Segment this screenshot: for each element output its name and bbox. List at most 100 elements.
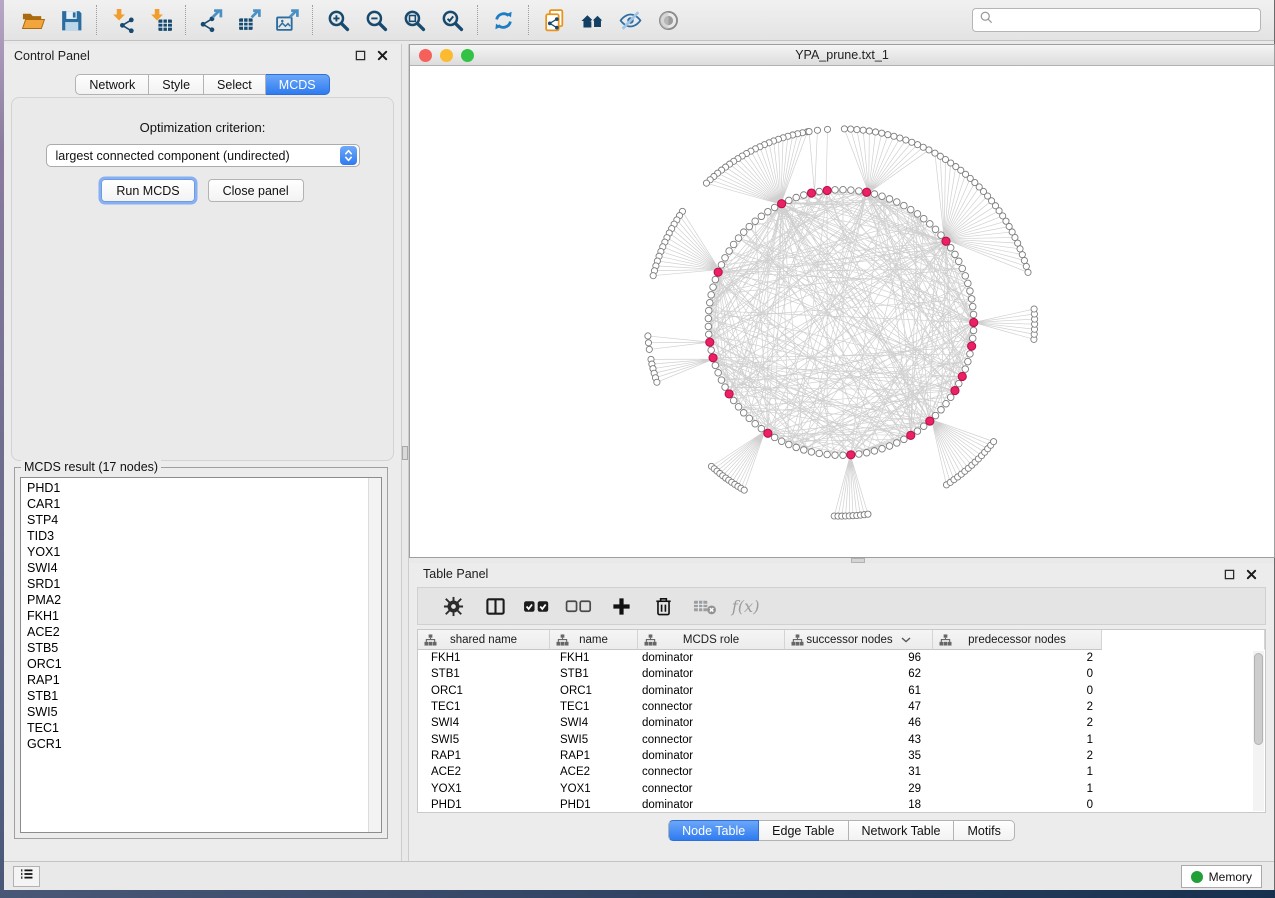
graph-node[interactable] bbox=[1015, 240, 1021, 246]
graph-hub-node[interactable] bbox=[764, 429, 772, 437]
graph-node[interactable] bbox=[1031, 306, 1037, 312]
clone-network-icon[interactable] bbox=[535, 4, 573, 36]
graph-node[interactable] bbox=[705, 315, 712, 322]
result-item[interactable]: RAP1 bbox=[21, 672, 381, 688]
graph-node[interactable] bbox=[740, 229, 747, 236]
close-icon[interactable] bbox=[1242, 566, 1260, 582]
graph-node[interactable] bbox=[891, 133, 897, 139]
graph-node[interactable] bbox=[927, 221, 934, 228]
import-network-icon[interactable] bbox=[103, 4, 141, 36]
deselect-all-icon[interactable] bbox=[558, 591, 600, 621]
add-column-icon[interactable] bbox=[600, 591, 642, 621]
result-item[interactable]: SWI5 bbox=[21, 704, 381, 720]
graph-node[interactable] bbox=[746, 415, 753, 422]
graph-hub-node[interactable] bbox=[951, 386, 959, 394]
graph-node[interactable] bbox=[740, 410, 747, 417]
graph-node[interactable] bbox=[712, 362, 719, 369]
memory-button[interactable]: Memory bbox=[1181, 865, 1262, 888]
graph-node[interactable] bbox=[816, 188, 823, 195]
graph-node[interactable] bbox=[708, 347, 715, 354]
close-icon[interactable] bbox=[373, 48, 391, 64]
graph-node[interactable] bbox=[771, 204, 778, 211]
graph-node[interactable] bbox=[793, 444, 800, 451]
table-row[interactable]: YOX1YOX1connector291 bbox=[418, 780, 1265, 796]
graph-node[interactable] bbox=[965, 358, 972, 365]
graph-node[interactable] bbox=[840, 452, 847, 459]
search-input[interactable] bbox=[994, 10, 1260, 30]
graph-node[interactable] bbox=[645, 333, 651, 339]
graph-node[interactable] bbox=[920, 423, 927, 430]
column-header[interactable]: MCDS role bbox=[638, 630, 785, 650]
graph-node[interactable] bbox=[865, 511, 871, 517]
open-file-icon[interactable] bbox=[14, 4, 52, 36]
graph-node[interactable] bbox=[879, 130, 885, 136]
graph-node[interactable] bbox=[645, 340, 651, 346]
graph-node[interactable] bbox=[955, 258, 962, 265]
result-item[interactable]: TID3 bbox=[21, 528, 381, 544]
result-item[interactable]: ACE2 bbox=[21, 624, 381, 640]
table-row[interactable]: ACE2ACE2connector311 bbox=[418, 764, 1265, 780]
graph-node[interactable] bbox=[1019, 252, 1025, 258]
graph-node[interactable] bbox=[871, 191, 878, 198]
graph-node[interactable] bbox=[952, 251, 959, 258]
graph-hub-node[interactable] bbox=[942, 237, 950, 245]
graph-node[interactable] bbox=[741, 487, 747, 493]
import-table-icon[interactable] bbox=[141, 4, 179, 36]
graph-node[interactable] bbox=[786, 441, 793, 448]
table-row[interactable]: STB1STB1dominator620 bbox=[418, 666, 1265, 682]
graph-node[interactable] bbox=[824, 451, 831, 458]
graph-node[interactable] bbox=[871, 448, 878, 455]
graph-node[interactable] bbox=[718, 262, 725, 269]
first-neighbors-icon[interactable] bbox=[573, 4, 611, 36]
result-item[interactable]: CAR1 bbox=[21, 496, 381, 512]
graph-node[interactable] bbox=[938, 407, 945, 414]
graph-node[interactable] bbox=[726, 248, 733, 255]
result-item[interactable]: FKH1 bbox=[21, 608, 381, 624]
graph-node[interactable] bbox=[947, 394, 954, 401]
graph-hub-node[interactable] bbox=[807, 189, 815, 197]
graph-node[interactable] bbox=[654, 379, 660, 385]
graph-node[interactable] bbox=[778, 438, 785, 445]
graph-node[interactable] bbox=[786, 197, 793, 204]
graph-node[interactable] bbox=[914, 428, 921, 435]
graph-node[interactable] bbox=[970, 311, 977, 318]
graph-node[interactable] bbox=[879, 193, 886, 200]
graph-node[interactable] bbox=[771, 434, 778, 441]
graph-node[interactable] bbox=[893, 199, 900, 206]
graph-node[interactable] bbox=[863, 449, 870, 456]
column-header[interactable]: shared name bbox=[418, 630, 550, 650]
graph-node[interactable] bbox=[943, 400, 950, 407]
graph-node[interactable] bbox=[735, 404, 742, 411]
graph-hub-node[interactable] bbox=[847, 451, 855, 459]
column-header[interactable]: successor nodes bbox=[785, 630, 933, 650]
table-settings-icon[interactable] bbox=[432, 591, 474, 621]
result-item[interactable]: SWI4 bbox=[21, 560, 381, 576]
table-row[interactable]: TEC1TEC1connector472 bbox=[418, 699, 1265, 715]
graph-node[interactable] bbox=[832, 452, 839, 459]
save-session-icon[interactable] bbox=[52, 4, 90, 36]
graph-hub-node[interactable] bbox=[706, 338, 714, 346]
export-network-icon[interactable] bbox=[192, 4, 230, 36]
graph-node[interactable] bbox=[806, 128, 812, 134]
graph-node[interactable] bbox=[959, 265, 966, 272]
graph-node[interactable] bbox=[758, 425, 765, 432]
graph-node[interactable] bbox=[897, 135, 903, 141]
graph-node[interactable] bbox=[715, 369, 722, 376]
graph-node[interactable] bbox=[968, 296, 975, 303]
graph-node[interactable] bbox=[722, 255, 729, 262]
show-columns-icon[interactable] bbox=[474, 591, 516, 621]
graph-node[interactable] bbox=[893, 440, 900, 447]
graph-node[interactable] bbox=[885, 132, 891, 138]
graph-node[interactable] bbox=[712, 276, 719, 283]
graph-node[interactable] bbox=[860, 127, 866, 133]
graph-node[interactable] bbox=[872, 129, 878, 135]
graph-node[interactable] bbox=[848, 187, 855, 194]
table-row[interactable]: SWI4SWI4dominator462 bbox=[418, 715, 1265, 731]
graph-node[interactable] bbox=[1025, 269, 1031, 275]
table-row[interactable]: ORC1ORC1dominator610 bbox=[418, 683, 1265, 699]
table-row[interactable]: FKH1FKH1dominator962 bbox=[418, 650, 1265, 666]
result-item[interactable]: ORC1 bbox=[21, 656, 381, 672]
mcds-result-list[interactable]: PHD1CAR1STP4TID3YOX1SWI4SRD1PMA2FKH1ACE2… bbox=[20, 477, 382, 833]
show-all-icon[interactable] bbox=[649, 4, 687, 36]
graph-node[interactable] bbox=[710, 284, 717, 291]
